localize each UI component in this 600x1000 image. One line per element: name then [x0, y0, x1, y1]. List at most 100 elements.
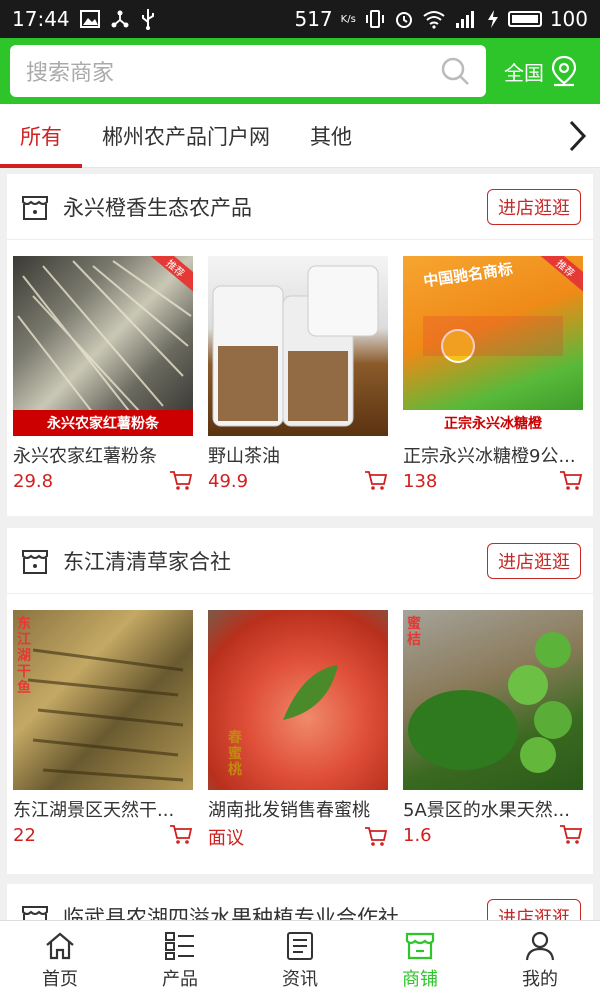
nav-profile[interactable]: 我的 — [480, 921, 600, 1000]
region-selector[interactable]: 全国 — [504, 55, 578, 87]
product-name: 永兴农家红薯粉条 — [13, 446, 157, 467]
shop-name: 临武县农湖四溢水果种植专业合作社 — [63, 905, 399, 921]
shop-icon — [405, 932, 435, 959]
home-icon — [46, 932, 74, 959]
grid-list-icon — [165, 931, 194, 960]
alarm-icon — [395, 12, 412, 28]
nav-label: 我的 — [522, 968, 558, 990]
chevron-right-icon[interactable] — [562, 118, 592, 154]
shop-name: 永兴橙香生态农产品 — [63, 195, 252, 220]
shop-name: 东江清清草家合社 — [63, 549, 231, 574]
category-tabs: 所有 郴州农产品门户网 其他 — [0, 104, 600, 168]
nav-label: 首页 — [42, 968, 78, 990]
enter-shop-button[interactable]: 进店逛逛 — [487, 898, 581, 920]
cart-icon[interactable] — [559, 824, 583, 846]
enter-shop-button[interactable]: 进店逛逛 — [487, 188, 581, 225]
image-vertical-text: 春蜜桃 — [228, 730, 242, 778]
product-price: 49.9 — [208, 470, 249, 492]
nav-products[interactable]: 产品 — [120, 921, 240, 1000]
product-name: 野山茶油 — [208, 446, 280, 467]
tab-all[interactable]: 所有 — [0, 104, 82, 168]
status-time: 17:44 — [12, 7, 70, 31]
product-card[interactable]: 蜜桔 5A景区的水果天然... 1.6 — [403, 610, 583, 850]
cart-icon[interactable] — [559, 470, 583, 492]
share-icon — [111, 10, 129, 28]
battery-icon — [507, 11, 542, 27]
shop-header: 永兴橙香生态农产品 进店逛逛 — [7, 174, 593, 240]
status-bar: 17:44 517 K/s 100 — [0, 0, 600, 38]
cart-icon[interactable] — [169, 470, 193, 492]
product-card[interactable]: 春蜜桃 湖南批发销售春蜜桃 面议 — [208, 610, 388, 850]
nav-shops[interactable]: 商铺 — [360, 921, 480, 1000]
bottom-nav: 首页 产品 资讯 商铺 我的 — [0, 920, 600, 1000]
image-icon — [79, 10, 100, 28]
tab-label: 其他 — [310, 124, 352, 149]
oil-jugs-graphic — [212, 265, 379, 427]
image-caption: 永兴农家红薯粉条 — [13, 410, 193, 436]
nav-news[interactable]: 资讯 — [240, 921, 360, 1000]
product-row: 推荐 永兴农家红薯粉条 永兴农家红薯粉条 29.8 野山茶油 49.9 中国驰名… — [7, 240, 593, 492]
battery-level: 100 — [549, 7, 588, 31]
product-price: 29.8 — [13, 470, 54, 492]
nav-label: 资讯 — [282, 968, 318, 990]
orange-box-graphic — [423, 316, 563, 363]
storefront-icon — [22, 195, 48, 220]
product-image[interactable]: 春蜜桃 — [208, 610, 388, 790]
shop-header: 临武县农湖四溢水果种植专业合作社 进店逛逛 — [7, 884, 593, 920]
region-label: 全国 — [504, 60, 544, 85]
wifi-icon — [423, 11, 445, 29]
tab-chenzhou-portal[interactable]: 郴州农产品门户网 — [82, 104, 290, 168]
search-placeholder: 搜索商家 — [26, 61, 115, 86]
product-name: 东江湖景区天然干... — [13, 800, 175, 821]
product-name: 湖南批发销售春蜜桃 — [208, 800, 370, 821]
tab-label: 所有 — [20, 124, 62, 149]
product-image[interactable]: 推荐 永兴农家红薯粉条 — [13, 256, 193, 436]
search-input[interactable]: 搜索商家 — [10, 45, 486, 97]
noodle-strands-graphic — [17, 260, 192, 427]
cart-icon[interactable] — [169, 824, 193, 846]
product-price: 面议 — [208, 828, 244, 849]
product-price: 22 — [13, 824, 36, 846]
image-vertical-text: 蜜桔 — [407, 616, 421, 648]
cart-icon[interactable] — [364, 470, 388, 492]
shop-list[interactable]: 永兴橙香生态农产品 进店逛逛 推荐 永兴农家红薯粉条 永兴农家红薯粉条 29.8 — [0, 168, 600, 920]
product-card[interactable]: 中国驰名商标 推荐 正宗永兴冰糖橙 正宗永兴冰糖橙9公... 138 — [403, 256, 583, 492]
charging-icon — [487, 10, 498, 28]
tab-label: 郴州农产品门户网 — [102, 124, 270, 149]
search-icon[interactable] — [440, 56, 470, 86]
image-caption: 正宗永兴冰糖橙 — [403, 410, 583, 436]
header: 搜索商家 全国 — [0, 38, 600, 104]
speed-unit: K/s — [340, 13, 356, 25]
product-image[interactable]: 东江湖干鱼 — [13, 610, 193, 790]
enter-shop-button[interactable]: 进店逛逛 — [487, 542, 581, 579]
vibrate-icon — [365, 10, 384, 28]
usb-icon — [141, 9, 154, 30]
product-name: 正宗永兴冰糖橙9公... — [403, 446, 576, 467]
product-name: 5A景区的水果天然... — [403, 800, 570, 821]
shop-header: 东江清清草家合社 进店逛逛 — [7, 528, 593, 594]
nav-label: 商铺 — [402, 968, 438, 990]
green-citrus-graphic — [408, 632, 572, 773]
storefront-icon — [22, 905, 48, 920]
product-card[interactable]: 野山茶油 49.9 — [208, 256, 388, 492]
product-card[interactable]: 推荐 永兴农家红薯粉条 永兴农家红薯粉条 29.8 — [13, 256, 193, 492]
tab-other[interactable]: 其他 — [290, 104, 372, 168]
dried-fish-graphic — [27, 648, 184, 782]
shop-card: 永兴橙香生态农产品 进店逛逛 推荐 永兴农家红薯粉条 永兴农家红薯粉条 29.8 — [7, 174, 593, 516]
product-card[interactable]: 东江湖干鱼 东江湖景区天然干... 22 — [13, 610, 193, 850]
product-price: 1.6 — [403, 824, 432, 846]
user-icon — [525, 931, 555, 960]
product-price: 138 — [403, 470, 438, 492]
network-speed: 517 — [294, 7, 333, 31]
cart-icon[interactable] — [364, 826, 388, 848]
nav-home[interactable]: 首页 — [0, 921, 120, 1000]
product-image[interactable]: 蜜桔 — [403, 610, 583, 790]
storefront-icon — [22, 549, 48, 574]
image-vertical-text: 东江湖干鱼 — [17, 616, 31, 696]
shop-card: 东江清清草家合社 进店逛逛 东江湖干鱼 东江湖景区天然干... 22 春蜜桃 湖… — [7, 528, 593, 874]
product-image[interactable] — [208, 256, 388, 436]
product-row: 东江湖干鱼 东江湖景区天然干... 22 春蜜桃 湖南批发销售春蜜桃 面议 蜜桔… — [7, 594, 593, 850]
product-image[interactable]: 中国驰名商标 推荐 正宗永兴冰糖橙 — [403, 256, 583, 436]
shop-card: 临武县农湖四溢水果种植专业合作社 进店逛逛 — [7, 884, 593, 920]
location-pin-icon — [551, 55, 577, 87]
